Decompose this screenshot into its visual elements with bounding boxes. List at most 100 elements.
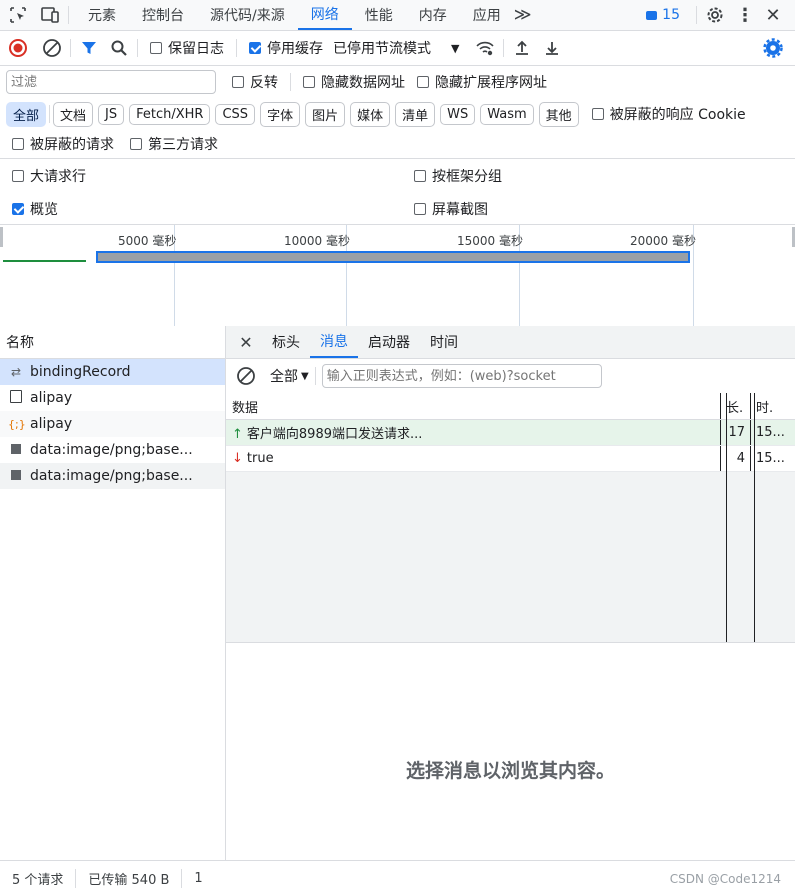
tab-performance[interactable]: 性能 bbox=[352, 0, 406, 30]
chip-img[interactable]: 图片 bbox=[305, 101, 346, 127]
chip-ws[interactable]: WS bbox=[440, 103, 476, 125]
message-row-received[interactable]: ↓ true 4 15... bbox=[226, 446, 795, 472]
tab-initiator[interactable]: 启动器 bbox=[358, 326, 420, 358]
tab-application[interactable]: 应用 bbox=[460, 0, 514, 30]
tab-messages[interactable]: 消息 bbox=[310, 326, 358, 358]
blocked-requests-row: 被屏蔽的请求 第三方请求 bbox=[0, 130, 795, 159]
overview-resizer-left[interactable] bbox=[0, 227, 3, 247]
disable-cache-checkbox[interactable]: 停用缓存 bbox=[249, 38, 323, 58]
request-name: bindingRecord bbox=[30, 364, 131, 380]
search-icon[interactable] bbox=[107, 36, 131, 60]
tab-headers[interactable]: 标头 bbox=[262, 326, 310, 358]
invert-checkbox[interactable]: 反转 bbox=[232, 72, 278, 92]
divider bbox=[696, 6, 697, 24]
websocket-icon: ⇄ bbox=[10, 365, 22, 379]
image-icon bbox=[8, 469, 24, 483]
checkbox-label: 大请求行 bbox=[30, 168, 86, 185]
request-detail-panel: ✕ 标头 消息 启动器 时间 全部 ▼ 数据 长. 时. ↑客户端向8989端口… bbox=[226, 326, 795, 860]
filter-funnel-icon[interactable] bbox=[77, 36, 101, 60]
request-row[interactable]: ⇄ bindingRecord bbox=[0, 359, 225, 385]
tab-elements[interactable]: 元素 bbox=[75, 0, 129, 30]
request-row[interactable]: data:image/png;base... bbox=[0, 463, 225, 489]
close-detail-icon[interactable]: ✕ bbox=[234, 330, 258, 354]
column-header-data[interactable]: 数据 bbox=[226, 397, 720, 416]
divider bbox=[68, 6, 69, 24]
record-stop-icon[interactable] bbox=[6, 36, 30, 60]
checkbox-label: 被屏蔽的请求 bbox=[30, 137, 114, 153]
column-header-name[interactable]: 名称 bbox=[0, 326, 225, 359]
checkbox-label: 第三方请求 bbox=[148, 137, 218, 153]
tab-memory[interactable]: 内存 bbox=[406, 0, 460, 30]
column-header-length[interactable]: 长. bbox=[720, 393, 750, 419]
clear-messages-icon[interactable] bbox=[234, 364, 258, 388]
export-har-download-icon[interactable] bbox=[540, 36, 564, 60]
network-conditions-wifi-icon[interactable] bbox=[473, 36, 497, 60]
checkbox-box bbox=[414, 169, 426, 182]
issues-counter[interactable]: 15 bbox=[646, 7, 680, 23]
third-party-checkbox[interactable]: 第三方请求 bbox=[130, 134, 218, 154]
clear-icon[interactable] bbox=[40, 36, 64, 60]
chip-all[interactable]: 全部 bbox=[6, 101, 47, 127]
dropdown-arrow-icon: ▼ bbox=[451, 41, 460, 55]
document-icon bbox=[8, 390, 24, 406]
message-row-sent[interactable]: ↑ 客户端向8989端口发送请求... 17 15... bbox=[226, 420, 795, 446]
chip-other[interactable]: 其他 bbox=[538, 101, 579, 127]
tab-network[interactable]: 网络 bbox=[297, 0, 352, 30]
network-settings-gear-icon[interactable] bbox=[761, 36, 785, 60]
checkbox-label: 屏幕截图 bbox=[432, 201, 488, 218]
detail-tabs: ✕ 标头 消息 启动器 时间 bbox=[226, 326, 795, 359]
capture-screenshots-checkbox[interactable]: 屏幕截图 bbox=[414, 199, 488, 219]
preserve-log-checkbox[interactable]: 保留日志 bbox=[150, 38, 224, 58]
more-tabs-icon[interactable]: ≫ bbox=[514, 5, 532, 25]
column-header-time[interactable]: 时. bbox=[750, 393, 795, 419]
checkbox-box bbox=[417, 76, 429, 88]
timeline-bar-green bbox=[3, 260, 86, 262]
messages-table-header: 数据 长. 时. bbox=[226, 393, 795, 420]
chip-fetch-xhr[interactable]: Fetch/XHR bbox=[129, 103, 211, 125]
filter-row: 反转 隐藏数据网址 隐藏扩展程序网址 bbox=[0, 66, 795, 98]
blocked-requests-checkbox[interactable]: 被屏蔽的请求 bbox=[12, 134, 114, 154]
dropdown-arrow-icon: ▼ bbox=[301, 370, 309, 382]
timeline-bar-websocket bbox=[96, 251, 690, 263]
throttle-select[interactable]: 已停用节流模式 ▼ bbox=[333, 38, 459, 58]
timeline-tick-label: 10000 毫秒 bbox=[284, 234, 350, 248]
import-har-upload-icon[interactable] bbox=[510, 36, 534, 60]
show-overview-checkbox[interactable]: 概览 bbox=[12, 199, 402, 219]
request-row[interactable]: alipay bbox=[0, 385, 225, 411]
chip-manifest[interactable]: 清单 bbox=[395, 101, 436, 127]
chip-media[interactable]: 媒体 bbox=[350, 101, 391, 127]
big-request-rows-checkbox[interactable]: 大请求行 bbox=[12, 166, 402, 186]
chip-doc[interactable]: 文档 bbox=[53, 101, 94, 127]
tab-sources[interactable]: 源代码/来源 bbox=[197, 0, 298, 30]
request-count: 5 个请求 bbox=[0, 868, 77, 888]
close-icon[interactable]: ✕ bbox=[761, 3, 785, 27]
message-type-select[interactable]: 全部 ▼ bbox=[270, 366, 309, 386]
checkbox-box bbox=[12, 169, 24, 182]
kebab-menu-icon[interactable]: ⋮ bbox=[733, 3, 757, 27]
message-filter-input[interactable] bbox=[321, 364, 602, 388]
device-toggle-icon[interactable] bbox=[38, 3, 62, 27]
blocked-cookies-checkbox[interactable]: 被屏蔽的响应 Cookie bbox=[591, 104, 746, 124]
checkbox-box bbox=[414, 202, 426, 215]
chip-font[interactable]: 字体 bbox=[260, 101, 301, 127]
tab-console[interactable]: 控制台 bbox=[129, 0, 197, 30]
network-overview-timeline[interactable]: 5000 毫秒 10000 毫秒 15000 毫秒 20000 毫秒 bbox=[0, 224, 795, 327]
message-time: 15... bbox=[750, 446, 795, 471]
hide-extension-urls-checkbox[interactable]: 隐藏扩展程序网址 bbox=[417, 72, 547, 92]
timeline-tick-label: 5000 毫秒 bbox=[118, 234, 177, 248]
request-row[interactable]: {;} alipay bbox=[0, 411, 225, 437]
hide-data-urls-checkbox[interactable]: 隐藏数据网址 bbox=[303, 72, 405, 92]
group-by-frame-checkbox[interactable]: 按框架分组 bbox=[414, 166, 502, 186]
tab-timing[interactable]: 时间 bbox=[420, 326, 468, 358]
settings-gear-icon[interactable] bbox=[703, 3, 727, 27]
inspect-element-icon[interactable] bbox=[6, 3, 30, 27]
divider bbox=[503, 39, 505, 57]
message-time: 15... bbox=[750, 420, 795, 445]
chip-css[interactable]: CSS bbox=[215, 103, 256, 125]
filter-input[interactable] bbox=[6, 70, 216, 94]
divider bbox=[49, 105, 51, 123]
checkbox-box bbox=[303, 76, 315, 88]
chip-js[interactable]: JS bbox=[98, 103, 125, 125]
request-row[interactable]: data:image/png;base... bbox=[0, 437, 225, 463]
chip-wasm[interactable]: Wasm bbox=[480, 103, 534, 125]
